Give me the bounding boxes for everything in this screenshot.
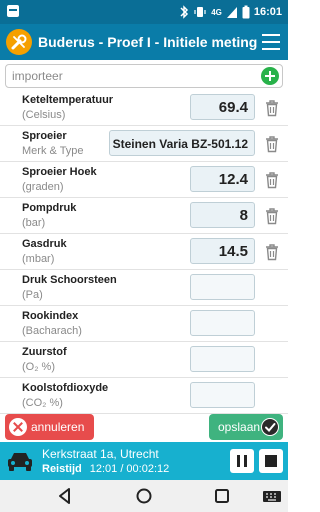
measurement-value-field[interactable] [190,382,255,408]
measurement-row: Zuurstof (O₂ %) [0,342,288,378]
battery-icon [242,5,250,19]
measurement-list: Keteltemperatuur (Celsius) 69.4 Sproeier Mer… [0,90,288,414]
trip-bar: Kerkstraat 1a, Utrecht Reistijd 12:01 / 0… [0,442,288,480]
clock: 16:01 [253,6,282,18]
measurement-row: Gasdruk (mbar) 14.5 [0,234,288,270]
measurement-unit: (O₂ %) [22,361,55,373]
close-circle-icon [9,418,27,436]
measurement-name: Sproeier Hoek [22,166,97,178]
measurement-unit: (bar) [22,217,46,229]
measurement-row: Druk Schoorsteen (Pa) [0,270,288,306]
app-bar: Buderus - Proef I - Initiele meting [0,24,288,60]
measurement-name: Keteltemperatuur [22,94,114,106]
system-nav-bar [0,480,288,512]
trip-timer: Reistijd 12:01 / 00:02:12 [42,463,169,475]
keyboard-icon[interactable] [262,486,282,506]
vibrate-icon [194,7,206,17]
measurement-name: Koolstofdioxyde [22,382,109,394]
import-search-bar [5,64,283,88]
trash-icon[interactable] [264,135,280,153]
status-bar: 4G 16:01 [0,0,288,24]
trash-icon[interactable] [264,99,280,117]
measurement-value-field[interactable]: 69.4 [190,94,255,120]
save-label: opslaan [218,420,261,434]
measurement-value-field[interactable]: Steinen Varia BZ-501.12 [109,130,255,156]
measurement-name: Sproeier [22,130,67,142]
measurement-unit: (graden) [22,181,64,193]
measurement-row: Rookindex (Bacharach) [0,306,288,342]
measurement-row: Keteltemperatuur (Celsius) 69.4 [0,90,288,126]
measurement-value-field[interactable] [190,274,255,300]
check-circle-icon [261,418,279,436]
measurement-value-field[interactable] [190,310,255,336]
trash-icon[interactable] [264,243,280,261]
recents-icon[interactable] [212,486,232,506]
network-type: 4G [211,7,222,17]
bluetooth-icon [180,5,189,19]
measurement-value-field[interactable]: 14.5 [190,238,255,264]
stop-button[interactable] [259,449,283,473]
measurement-value-field[interactable]: 8 [190,202,255,228]
import-input[interactable] [12,68,252,84]
save-button[interactable]: opslaan [209,414,283,440]
hamburger-menu-icon[interactable] [262,34,280,50]
back-icon[interactable] [55,486,75,506]
signal-icon [226,7,237,18]
trash-icon[interactable] [264,207,280,225]
notification-icon [7,5,19,17]
home-icon[interactable] [134,486,154,506]
page-title: Buderus - Proef I - Initiele meting [38,34,258,50]
measurement-value-field[interactable] [190,346,255,372]
measurement-name: Pompdruk [22,202,77,214]
pause-button[interactable] [230,449,254,473]
measurement-row: Sproeier Hoek (graden) 12.4 [0,162,288,198]
measurement-value-field[interactable]: 12.4 [190,166,255,192]
measurement-unit: (mbar) [22,253,55,265]
plus-circle-icon[interactable] [261,67,279,85]
trip-address: Kerkstraat 1a, Utrecht [42,447,159,461]
measurement-name: Zuurstof [22,346,67,358]
measurement-unit: (Pa) [22,289,43,301]
measurement-unit: Merk & Type [22,145,84,157]
cancel-label: annuleren [31,420,85,434]
wrench-screwdriver-icon [6,29,32,55]
trip-clock: 12:01 / 00:02:12 [89,463,170,475]
measurement-unit: (Bacharach) [22,325,82,337]
measurement-row: Sproeier Merk & Type Steinen Varia BZ-501.… [0,126,288,162]
measurement-unit: (CO₂ %) [22,397,63,409]
measurement-row: Pompdruk (bar) 8 [0,198,288,234]
measurement-name: Gasdruk [22,238,67,250]
measurement-name: Druk Schoorsteen [22,274,117,286]
measurement-unit: (Celsius) [22,109,66,121]
trip-label: Reistijd [42,463,82,475]
measurement-name: Rookindex [22,310,79,322]
car-icon [8,453,32,471]
trash-icon[interactable] [264,171,280,189]
cancel-button[interactable]: annuleren [5,414,94,440]
measurement-row: Koolstofdioxyde (CO₂ %) [0,378,288,414]
